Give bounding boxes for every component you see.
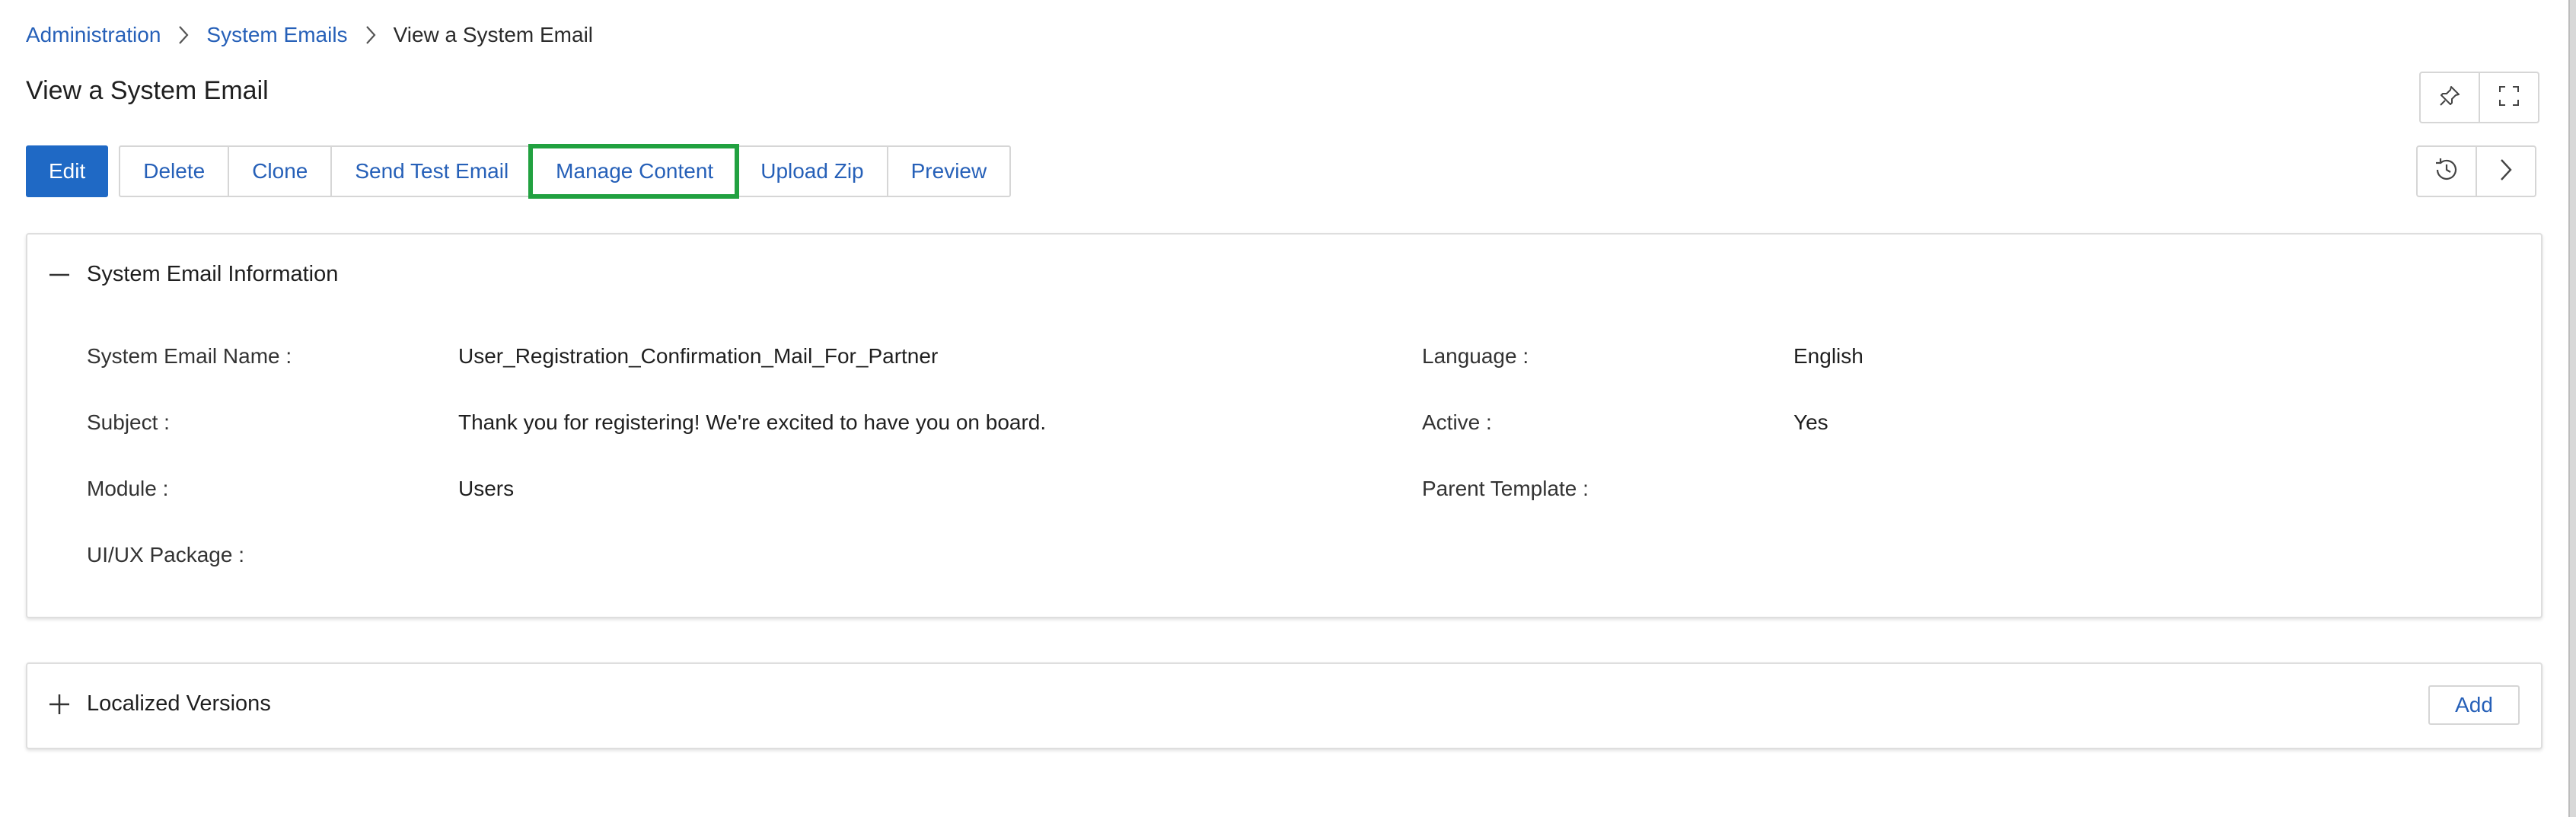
action-toolbar: Edit Delete Clone Send Test Email Manage…: [26, 144, 1012, 199]
collapse-icon: [49, 264, 70, 286]
parent-template-label: Parent Template :: [1422, 477, 1589, 500]
module-value: Users: [458, 477, 515, 500]
breadcrumb-system-emails[interactable]: System Emails: [206, 23, 347, 47]
upload-zip-button[interactable]: Upload Zip: [736, 147, 886, 196]
language-value: English: [1793, 344, 1863, 368]
window-edge: [2568, 0, 2576, 817]
fullscreen-button[interactable]: [2479, 73, 2538, 122]
edit-button[interactable]: Edit: [26, 145, 109, 197]
breadcrumb-current: View a System Email: [393, 23, 594, 46]
fullscreen-icon: [2498, 85, 2520, 111]
next-record-button[interactable]: [2476, 147, 2535, 196]
language-label: Language :: [1422, 344, 1529, 368]
localized-panel-title: Localized Versions: [87, 691, 271, 716]
active-label: Active :: [1422, 410, 1492, 434]
history-button[interactable]: [2418, 147, 2476, 196]
system-email-info-panel: System Email Information System Email Na…: [26, 233, 2543, 618]
view-controls: [2419, 72, 2539, 123]
history-icon: [2433, 156, 2460, 187]
pin-icon: [2438, 85, 2461, 111]
module-label: Module :: [87, 477, 169, 500]
expand-icon: [49, 694, 70, 715]
chevron-right-icon: [348, 20, 394, 50]
info-panel-title: System Email Information: [87, 262, 339, 286]
system-email-name-value: User_Registration_Confirmation_Mail_For_…: [458, 344, 939, 368]
localized-versions-panel: Localized Versions Add: [26, 662, 2543, 749]
manage-content-button[interactable]: Manage Content: [528, 144, 740, 199]
info-panel-header[interactable]: System Email Information: [49, 262, 338, 287]
uiux-package-label: UI/UX Package :: [87, 543, 244, 566]
subject-value: Thank you for registering! We're excited…: [458, 410, 1047, 434]
active-value: Yes: [1793, 410, 1828, 434]
chevron-right-icon: [161, 20, 206, 50]
breadcrumb: Administration System Emails View a Syst…: [26, 20, 593, 50]
chevron-right-icon: [2499, 158, 2513, 186]
preview-button[interactable]: Preview: [886, 147, 1010, 196]
record-controls: [2416, 145, 2536, 197]
secondary-actions: Delete Clone Send Test Email Manage Cont…: [119, 144, 1012, 199]
clone-button[interactable]: Clone: [228, 147, 330, 196]
localized-panel-header[interactable]: Localized Versions: [49, 691, 271, 716]
subject-label: Subject :: [87, 410, 170, 434]
breadcrumb-administration[interactable]: Administration: [26, 23, 161, 47]
add-localized-version-button[interactable]: Add: [2428, 685, 2520, 725]
page-title: View a System Email: [26, 76, 269, 105]
system-email-name-label: System Email Name :: [87, 344, 292, 368]
delete-button[interactable]: Delete: [120, 147, 228, 196]
pin-button[interactable]: [2421, 73, 2479, 122]
send-test-email-button[interactable]: Send Test Email: [330, 147, 531, 196]
